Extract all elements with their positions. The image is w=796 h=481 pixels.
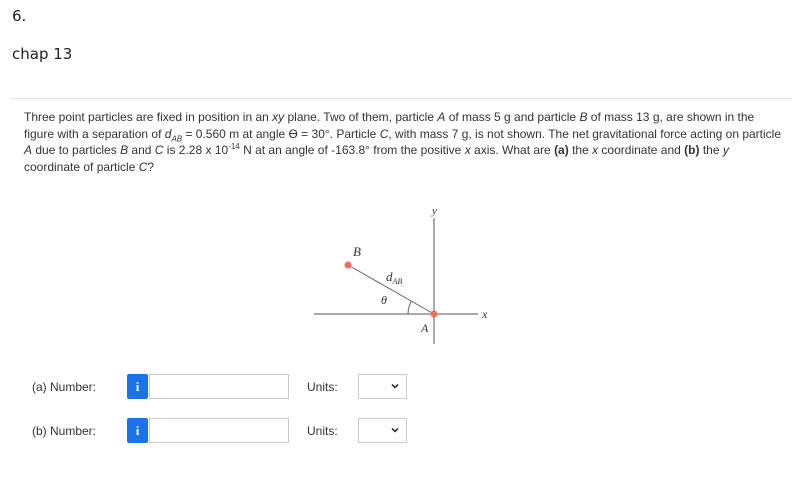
problem-text: -14 bbox=[228, 142, 240, 151]
separation-label: dAB bbox=[386, 269, 402, 286]
problem-text: plane. Two of them, particle bbox=[284, 110, 438, 124]
answer-b-units-select[interactable] bbox=[358, 418, 407, 443]
problem-text: the bbox=[568, 143, 593, 157]
separation-label-sub: AB bbox=[392, 277, 403, 286]
particle-b-point bbox=[344, 261, 352, 269]
problem-text: (a) bbox=[554, 143, 569, 157]
problem-text: is 2.28 x 10 bbox=[163, 143, 229, 157]
problem-text: coordinate of particle bbox=[24, 159, 139, 174]
problem-text: coordinate and bbox=[598, 143, 685, 157]
figure-svg: y x B A θ dAB bbox=[314, 205, 488, 344]
particle-a-label: A bbox=[420, 321, 429, 335]
divider bbox=[10, 98, 792, 99]
problem-text: Three point particles are fixed in posit… bbox=[24, 110, 273, 124]
problem-text: due to particles bbox=[32, 143, 121, 157]
answer-b-label: (b) Number: bbox=[32, 424, 97, 438]
angle-arc bbox=[407, 300, 412, 315]
angle-label: θ bbox=[381, 293, 387, 307]
chevron-down-icon bbox=[391, 427, 399, 433]
problem-text: , with mass 7 g, is not shown. The net g… bbox=[388, 126, 782, 141]
x-axis-label: x bbox=[481, 307, 488, 321]
y-axis-label: y bbox=[431, 205, 437, 217]
info-icon[interactable]: i bbox=[127, 418, 148, 443]
problem-text: A bbox=[24, 143, 33, 157]
problem-text: the bbox=[699, 143, 723, 157]
particle-a-point bbox=[430, 310, 438, 318]
problem-text: axis. What are bbox=[470, 143, 555, 157]
answer-a-units-label: Units: bbox=[307, 380, 338, 394]
problem-text: ? bbox=[147, 159, 155, 174]
particle-b-label: B bbox=[353, 244, 361, 259]
answer-a-units-select[interactable] bbox=[358, 374, 407, 399]
problem-text: = 0.560 m at angle ϴ = 30°. Particle bbox=[182, 126, 380, 141]
answer-row-a: (a) Number: i Units: bbox=[0, 373, 796, 401]
answer-b-units-label: Units: bbox=[307, 424, 338, 438]
particle-figure: y x B A θ dAB bbox=[312, 204, 512, 344]
info-icon[interactable]: i bbox=[127, 374, 148, 399]
problem-text: N at an angle of -163.8° from the positi… bbox=[239, 143, 465, 157]
question-number: 6. bbox=[12, 7, 27, 25]
problem-statement: Three point particles are fixed in posit… bbox=[24, 109, 784, 175]
answer-b-number-input[interactable] bbox=[149, 418, 289, 443]
chevron-down-icon bbox=[391, 383, 399, 389]
chapter-label: chap 13 bbox=[12, 45, 73, 63]
problem-text: (b) bbox=[684, 143, 700, 157]
problem-text: AB bbox=[171, 133, 183, 143]
problem-text: xy bbox=[272, 110, 285, 124]
answer-a-label: (a) Number: bbox=[32, 380, 97, 394]
problem-text: of mass 5 g and particle bbox=[445, 110, 580, 124]
answer-a-number-input[interactable] bbox=[149, 374, 289, 399]
problem-text: y bbox=[722, 143, 729, 157]
problem-text: B bbox=[120, 143, 129, 157]
answer-row-b: (b) Number: i Units: bbox=[0, 417, 796, 445]
problem-text: and bbox=[128, 143, 155, 157]
